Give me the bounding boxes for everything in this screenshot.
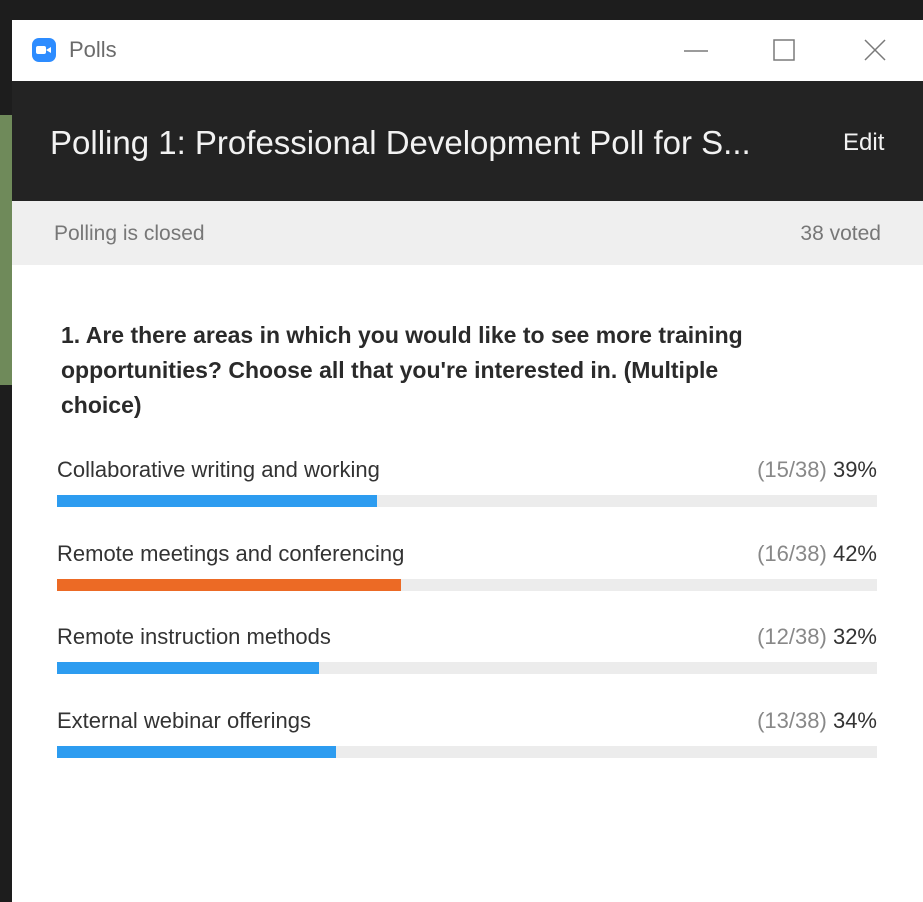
minimize-icon xyxy=(684,50,708,52)
title-bar: Polls xyxy=(12,20,923,81)
answer-count: (13/38) xyxy=(757,708,827,733)
poll-title: Polling 1: Professional Development Poll… xyxy=(50,124,751,161)
result-bar-track xyxy=(57,579,877,591)
answer-row: Collaborative writing and working (15/38… xyxy=(57,456,877,516)
answer-stats: (12/38) 32% xyxy=(757,623,877,651)
close-button[interactable] xyxy=(855,30,895,70)
edit-button[interactable]: Edit xyxy=(843,128,884,158)
minimize-button[interactable] xyxy=(676,30,716,70)
answer-label: Remote meetings and conferencing xyxy=(57,541,405,566)
answer-percent: 39% xyxy=(832,457,877,482)
voted-count: 38 voted xyxy=(800,222,881,245)
answer-percent: 34% xyxy=(832,708,877,733)
maximize-icon xyxy=(773,39,795,61)
poll-status: Polling is closed xyxy=(54,222,205,245)
status-bar: Polling is closed 38 voted xyxy=(12,201,923,265)
result-bar-fill xyxy=(57,495,377,507)
answer-row: Remote meetings and conferencing (16/38)… xyxy=(57,540,877,600)
answer-count: (16/38) xyxy=(757,541,827,566)
answer-label: Collaborative writing and working xyxy=(57,457,380,482)
question-text: 1. Are there areas in which you would li… xyxy=(61,318,861,423)
background-window-edge xyxy=(0,115,12,385)
polls-window: Polls Polling 1: Professional Developmen… xyxy=(12,20,923,902)
result-bar-fill xyxy=(57,746,336,758)
answer-label: Remote instruction methods xyxy=(57,624,331,649)
question-line: opportunities? Choose all that you're in… xyxy=(61,357,719,383)
maximize-button[interactable] xyxy=(764,30,804,70)
answer-row: External webinar offerings (13/38) 34% xyxy=(57,707,877,767)
zoom-camera-icon xyxy=(32,38,56,62)
result-bar-fill xyxy=(57,662,320,674)
result-bar-track xyxy=(57,495,877,507)
question-line: choice) xyxy=(61,392,142,418)
answer-row: Remote instruction methods (12/38) 32% xyxy=(57,623,877,683)
answer-label: External webinar offerings xyxy=(57,708,311,733)
answer-stats: (15/38) 39% xyxy=(757,456,877,484)
answer-count: (12/38) xyxy=(757,624,827,649)
answer-percent: 32% xyxy=(832,624,877,649)
answer-stats: (13/38) 34% xyxy=(757,707,877,735)
result-bar-fill xyxy=(57,579,402,591)
answer-count: (15/38) xyxy=(757,457,827,482)
result-bar-track xyxy=(57,746,877,758)
answer-percent: 42% xyxy=(832,541,877,566)
close-icon xyxy=(864,39,886,61)
answer-stats: (16/38) 42% xyxy=(757,540,877,568)
poll-header: Polling 1: Professional Development Poll… xyxy=(12,81,923,201)
result-bar-track xyxy=(57,662,877,674)
window-title: Polls xyxy=(69,37,117,62)
question-line: 1. Are there areas in which you would li… xyxy=(61,322,743,348)
